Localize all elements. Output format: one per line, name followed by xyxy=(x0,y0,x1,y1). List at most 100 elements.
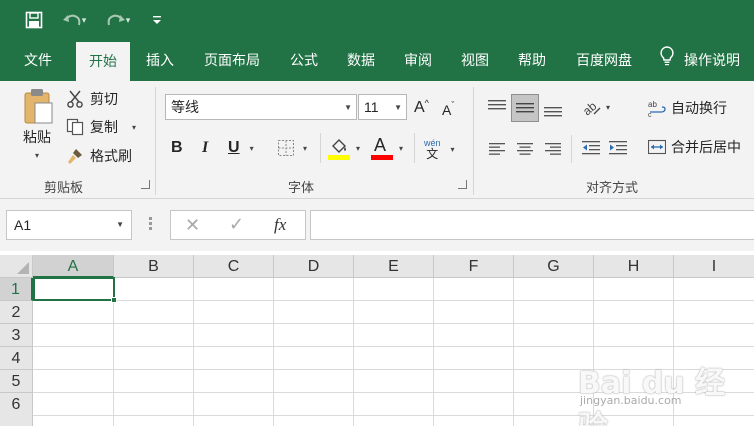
font-color-button[interactable]: A ▾ xyxy=(371,135,403,161)
orientation-button[interactable]: ab ▾ xyxy=(580,95,610,119)
font-color-icon: A xyxy=(371,135,393,161)
merge-center-button[interactable]: 合并后居中 xyxy=(648,136,741,158)
svg-text:ab: ab xyxy=(580,99,599,117)
alignment-group-label: 对齐方式 xyxy=(586,180,639,195)
clipboard-dialog-launcher[interactable] xyxy=(141,180,150,189)
svg-text:ab: ab xyxy=(648,100,657,109)
merge-center-icon xyxy=(648,139,666,155)
tell-me-box[interactable]: 操作说明 xyxy=(660,40,754,81)
redo-icon xyxy=(107,14,125,26)
tab-page-layout[interactable]: 页面布局 xyxy=(192,40,272,81)
formula-bar-grip[interactable] xyxy=(149,217,152,231)
orientation-dropdown-arrow[interactable]: ▾ xyxy=(606,103,610,112)
fill-color-dropdown-arrow[interactable]: ▾ xyxy=(356,144,360,153)
row-header[interactable]: 2 xyxy=(0,301,33,324)
tab-review[interactable]: 审阅 xyxy=(393,40,443,81)
name-box-dropdown-arrow[interactable]: ▼ xyxy=(116,211,124,239)
align-top-icon xyxy=(488,100,506,110)
font-size-dropdown-arrow[interactable]: ▼ xyxy=(394,95,402,119)
redo-dropdown-arrow[interactable]: ▾ xyxy=(126,15,131,26)
row-header[interactable]: 4 xyxy=(0,347,33,370)
paste-dropdown-arrow[interactable]: ▾ xyxy=(35,151,39,160)
italic-button[interactable]: I xyxy=(202,136,208,160)
column-header[interactable]: I xyxy=(674,255,754,278)
tab-file[interactable]: 文件 xyxy=(12,40,64,81)
worksheet-grid: A B C D E F G H I 1 2 3 4 5 6 Bai du 经验 xyxy=(0,251,754,426)
clipboard-group-label: 剪贴板 xyxy=(44,180,84,195)
align-bottom-button[interactable] xyxy=(542,99,564,121)
tab-help[interactable]: 帮助 xyxy=(507,40,557,81)
row-header[interactable]: 3 xyxy=(0,324,33,347)
decrease-font-size-button[interactable]: A ˇ xyxy=(442,98,454,122)
tab-insert[interactable]: 插入 xyxy=(134,40,186,81)
align-left-button[interactable] xyxy=(486,139,508,159)
enter-icon[interactable]: ✓ xyxy=(229,214,244,235)
cut-label: 剪切 xyxy=(90,91,118,107)
column-header[interactable]: E xyxy=(354,255,434,278)
paste-button[interactable]: 粘贴 ▾ xyxy=(14,87,60,160)
scissors-icon xyxy=(67,90,83,108)
wrap-text-button[interactable]: ab c 自动换行 xyxy=(648,97,727,119)
font-name-dropdown-arrow[interactable]: ▼ xyxy=(344,95,352,119)
tab-formulas[interactable]: 公式 xyxy=(280,40,328,81)
increase-indent-icon xyxy=(609,141,627,155)
tell-me-label: 操作说明 xyxy=(684,52,740,68)
undo-button[interactable]: ▾ xyxy=(58,8,90,32)
align-top-button[interactable] xyxy=(486,95,508,117)
align-center-button[interactable] xyxy=(514,139,536,159)
borders-dropdown-arrow[interactable]: ▾ xyxy=(303,144,307,153)
row-header[interactable]: 5 xyxy=(0,370,33,393)
save-icon[interactable] xyxy=(22,8,46,32)
align-right-button[interactable] xyxy=(542,139,564,159)
fill-handle[interactable] xyxy=(111,297,117,303)
column-header[interactable]: G xyxy=(514,255,594,278)
undo-dropdown-arrow[interactable]: ▾ xyxy=(82,15,87,26)
borders-button[interactable]: ▾ xyxy=(277,136,307,160)
cut-button[interactable]: 剪切 xyxy=(66,89,118,109)
align-center-icon xyxy=(517,143,533,155)
fill-color-button[interactable]: ▾ xyxy=(328,135,360,161)
font-color-dropdown-arrow[interactable]: ▾ xyxy=(399,144,403,153)
column-header[interactable]: C xyxy=(194,255,274,278)
formula-input[interactable] xyxy=(310,210,754,240)
copy-dropdown-arrow[interactable]: ▾ xyxy=(132,123,136,132)
lightbulb-icon xyxy=(660,41,674,82)
decrease-font-size-glyph: A xyxy=(442,102,452,118)
font-size-select[interactable]: 11 ▼ xyxy=(358,94,407,120)
copy-button[interactable]: 复制 ▾ xyxy=(66,117,136,137)
tab-data[interactable]: 数据 xyxy=(336,40,386,81)
insert-function-icon[interactable]: fx xyxy=(274,215,286,235)
ribbon-home: 粘贴 ▾ 剪切 复制 ▾ 格式刷 剪贴板 等线 ▼ 11 ▼ A ^ A ˇ B… xyxy=(0,81,754,199)
font-dialog-launcher[interactable] xyxy=(458,180,467,189)
tab-baidu-netdisk[interactable]: 百度网盘 xyxy=(566,40,642,81)
increase-font-size-button[interactable]: A ^ xyxy=(414,96,429,120)
column-header[interactable]: H xyxy=(594,255,674,278)
select-all-button[interactable] xyxy=(0,255,33,278)
underline-button[interactable]: U ▾ xyxy=(228,136,254,160)
column-header[interactable]: D xyxy=(274,255,354,278)
font-size-value: 11 xyxy=(364,99,379,115)
align-middle-button[interactable] xyxy=(511,94,539,122)
tab-home[interactable]: 开始 xyxy=(76,42,130,81)
active-cell[interactable] xyxy=(33,277,115,301)
cell-gridlines[interactable] xyxy=(33,278,754,426)
customize-qat-icon[interactable] xyxy=(150,8,164,32)
underline-dropdown-arrow[interactable]: ▾ xyxy=(250,144,254,153)
row-header[interactable]: 6 xyxy=(0,393,33,426)
column-header[interactable]: F xyxy=(434,255,514,278)
column-header[interactable]: B xyxy=(114,255,194,278)
name-box[interactable]: A1 ▼ xyxy=(6,210,132,240)
increase-indent-button[interactable] xyxy=(607,137,629,159)
decrease-indent-button[interactable] xyxy=(580,137,602,159)
format-painter-button[interactable]: 格式刷 xyxy=(66,146,132,166)
bold-button[interactable]: B xyxy=(171,136,183,160)
row-header[interactable]: 1 xyxy=(0,278,33,301)
tab-view[interactable]: 视图 xyxy=(450,40,500,81)
column-header[interactable]: A xyxy=(33,255,114,278)
caret-up-icon: ^ xyxy=(424,98,429,108)
font-name-select[interactable]: 等线 ▼ xyxy=(165,94,357,120)
phonetic-dropdown-arrow[interactable]: ▾ xyxy=(451,145,455,154)
cancel-icon[interactable]: ✕ xyxy=(185,215,200,236)
redo-button[interactable]: ▾ xyxy=(102,8,134,32)
phonetic-guide-button[interactable]: wén 文 ▾ xyxy=(424,135,455,163)
